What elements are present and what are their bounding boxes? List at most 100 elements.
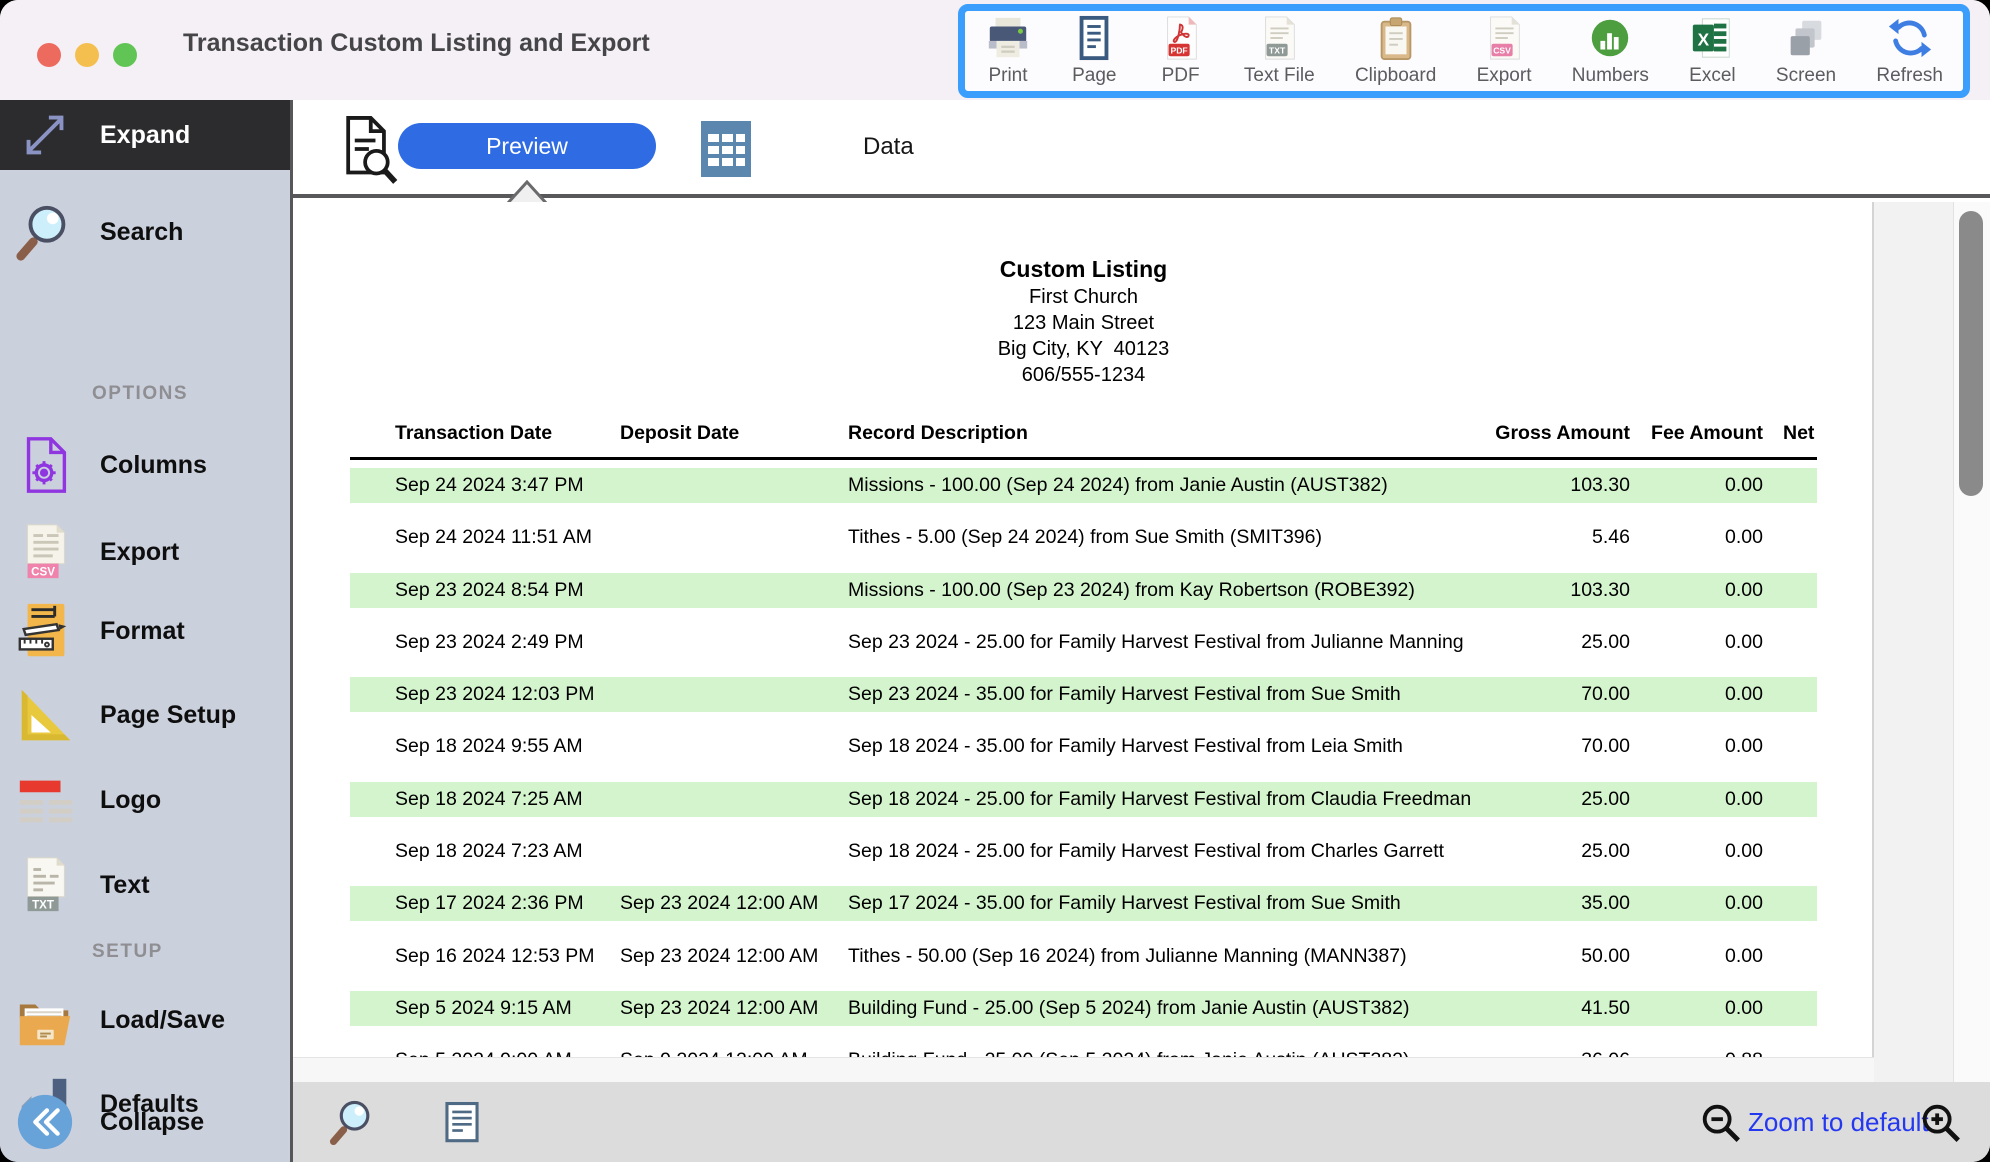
sidebar-item-format[interactable]: Format <box>0 596 290 666</box>
cell-net-amount <box>1780 520 1870 555</box>
sidebar-section-options: OPTIONS <box>92 383 188 405</box>
cell-net-amount <box>1780 1043 1870 1057</box>
csv-export-icon: CSV <box>12 519 78 585</box>
cell-fee-amount: 0.88 <box>1613 1043 1763 1057</box>
cell-gross-amount: 70.00 <box>1480 729 1630 764</box>
cell-gross-amount: 25.00 <box>1480 625 1630 660</box>
svg-text:CSV: CSV <box>31 565 55 578</box>
close-window-button[interactable] <box>37 43 61 67</box>
refresh-icon <box>1887 15 1933 61</box>
table-row: Sep 18 2024 9:55 AM Sep 18 2024 - 35.00 … <box>350 729 1817 764</box>
excel-button[interactable]: X Excel <box>1689 15 1735 87</box>
cell-description: Missions - 100.00 (Sep 24 2024) from Jan… <box>848 468 1388 503</box>
cell-fee-amount: 0.00 <box>1613 625 1763 660</box>
numbers-label: Numbers <box>1572 65 1649 87</box>
page-button[interactable]: Page <box>1071 15 1117 87</box>
sidebar-item-load-save[interactable]: Load/Save <box>0 985 290 1055</box>
zoom-to-default-link[interactable]: Zoom to default <box>1748 1107 1929 1138</box>
pdf-file-icon: PDF <box>1158 15 1204 61</box>
cell-description: Tithes - 50.00 (Sep 16 2024) from Julian… <box>848 939 1407 974</box>
cell-description: Sep 23 2024 - 25.00 for Family Harvest F… <box>848 625 1464 660</box>
sidebar: Expand Search OPTIONS Columns CSV Export <box>0 100 290 1162</box>
table-row: Sep 5 2024 9:15 AM Sep 23 2024 12:00 AM … <box>350 991 1817 1026</box>
folder-icon <box>12 987 78 1053</box>
clipboard-button[interactable]: Clipboard <box>1355 15 1436 87</box>
cell-net-amount <box>1780 886 1870 921</box>
org-city: Big City, KY 40123 <box>293 336 1874 362</box>
cell-transaction-date: Sep 24 2024 3:47 PM <box>395 468 584 503</box>
report-rows: Sep 24 2024 3:47 PM Missions - 100.00 (S… <box>350 468 1817 1057</box>
numbers-button[interactable]: Numbers <box>1572 15 1649 87</box>
sidebar-item-text[interactable]: TXT Text <box>0 850 290 920</box>
main-area: Preview Data Custom Listing First Church… <box>293 100 1990 1082</box>
csv-export-label: Export <box>1477 65 1532 87</box>
table-row: Sep 23 2024 2:49 PM Sep 23 2024 - 25.00 … <box>350 625 1817 660</box>
cell-deposit-date: Sep 9 2024 12:00 AM <box>620 1043 808 1057</box>
collapse-label: Collapse <box>100 1108 204 1137</box>
search-label: Search <box>100 218 183 247</box>
svg-text:PDF: PDF <box>1170 45 1187 55</box>
table-row: Sep 24 2024 11:51 AM Tithes - 5.00 (Sep … <box>350 520 1817 555</box>
print-button[interactable]: Print <box>985 15 1031 87</box>
cell-description: Sep 23 2024 - 35.00 for Family Harvest F… <box>848 677 1401 712</box>
window-title: Transaction Custom Listing and Export <box>183 29 650 58</box>
cell-net-amount <box>1780 677 1870 712</box>
column-header-description: Record Description <box>848 422 1028 448</box>
screen-icon <box>1783 15 1829 61</box>
sidebar-item-collapse[interactable]: Collapse <box>0 1082 290 1162</box>
cell-fee-amount: 0.00 <box>1613 573 1763 608</box>
sidebar-item-page-setup[interactable]: Page Setup <box>0 680 290 750</box>
cell-description: Missions - 100.00 (Sep 23 2024) from Kay… <box>848 573 1415 608</box>
cell-transaction-date: Sep 23 2024 2:49 PM <box>395 625 584 660</box>
csv-export-icon: CSV <box>1481 15 1527 61</box>
zoom-window-button[interactable] <box>113 43 137 67</box>
table-row: Sep 23 2024 12:03 PM Sep 23 2024 - 35.00… <box>350 677 1817 712</box>
sidebar-item-expand[interactable]: Expand <box>0 100 290 170</box>
refresh-label: Refresh <box>1876 65 1943 87</box>
report-preview-pane: Custom Listing First Church 123 Main Str… <box>293 202 1990 1082</box>
cell-transaction-date: Sep 5 2024 9:00 AM <box>395 1043 572 1057</box>
table-row: Sep 18 2024 7:23 AM Sep 18 2024 - 25.00 … <box>350 834 1817 869</box>
cell-transaction-date: Sep 16 2024 12:53 PM <box>395 939 595 974</box>
sidebar-item-columns[interactable]: Columns <box>0 430 290 500</box>
export-label: Export <box>100 538 179 567</box>
logo-icon <box>12 767 78 833</box>
page-label: Page <box>1072 65 1116 87</box>
cell-transaction-date: Sep 18 2024 7:25 AM <box>395 782 583 817</box>
title-bar: Transaction Custom Listing and Export Pr… <box>0 0 1990 100</box>
sidebar-item-logo[interactable]: Logo <box>0 765 290 835</box>
pdf-button[interactable]: PDF PDF <box>1158 15 1204 87</box>
cell-description: Sep 18 2024 - 35.00 for Family Harvest F… <box>848 729 1403 764</box>
table-row: Sep 17 2024 2:36 PM Sep 23 2024 12:00 AM… <box>350 886 1817 921</box>
svg-text:CSV: CSV <box>1493 45 1511 55</box>
cell-gross-amount: 35.00 <box>1480 886 1630 921</box>
vertical-scrollbar-thumb[interactable] <box>1959 211 1983 496</box>
tab-preview[interactable]: Preview <box>398 123 656 169</box>
report-header: Custom Listing First Church 123 Main Str… <box>293 254 1874 388</box>
screen-button[interactable]: Screen <box>1776 15 1836 87</box>
zoom-out-icon[interactable] <box>1698 1100 1744 1151</box>
column-header-transaction-date: Transaction Date <box>395 422 552 448</box>
csv-export-button[interactable]: CSV Export <box>1477 15 1532 87</box>
cell-fee-amount: 0.00 <box>1613 834 1763 869</box>
tab-data[interactable]: Data <box>863 133 914 161</box>
sidebar-item-export[interactable]: CSV Export <box>0 517 290 587</box>
horizontal-scrollbar-track[interactable] <box>293 1057 1874 1082</box>
table-row: Sep 18 2024 7:25 AM Sep 18 2024 - 25.00 … <box>350 782 1817 817</box>
minimize-window-button[interactable] <box>75 43 99 67</box>
columns-icon <box>12 432 78 498</box>
view-tab-bar: Preview Data <box>293 100 1990 198</box>
text-file-icon: TXT <box>1256 15 1302 61</box>
page-setup-label: Page Setup <box>100 701 236 730</box>
document-icon[interactable] <box>438 1100 486 1151</box>
cell-description: Sep 18 2024 - 25.00 for Family Harvest F… <box>848 782 1471 817</box>
cell-fee-amount: 0.00 <box>1613 729 1763 764</box>
sidebar-item-search[interactable]: Search <box>0 197 290 267</box>
numbers-icon <box>1587 15 1633 61</box>
refresh-button[interactable]: Refresh <box>1876 15 1943 87</box>
cell-description: Tithes - 5.00 (Sep 24 2024) from Sue Smi… <box>848 520 1322 555</box>
search-icon[interactable] <box>328 1096 378 1153</box>
text-file-button[interactable]: TXT Text File <box>1244 15 1315 87</box>
sidebar-section-setup: SETUP <box>92 941 163 963</box>
zoom-in-icon[interactable] <box>1918 1100 1964 1151</box>
